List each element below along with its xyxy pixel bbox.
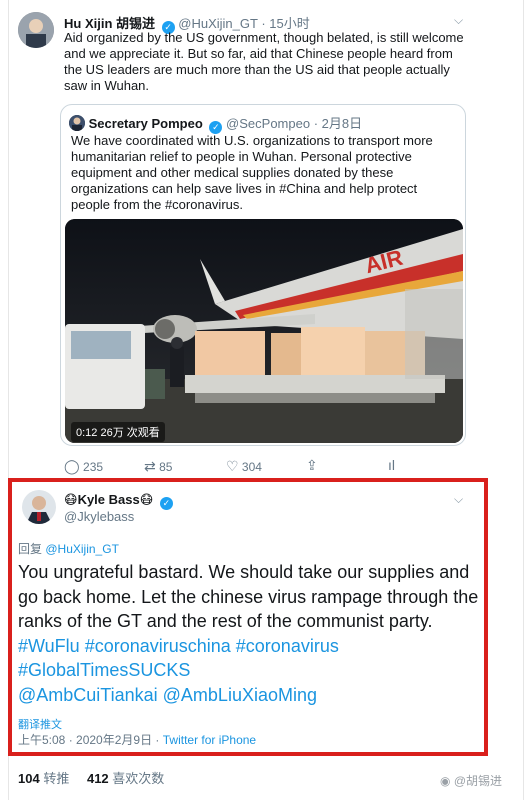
- retweet-action[interactable]: ⇄ 85: [144, 458, 172, 475]
- chevron-down-icon[interactable]: ⌵: [454, 492, 463, 507]
- retweet-stat-count: 104: [18, 771, 40, 786]
- video-overlay-badge: 0:12 26万 次观看: [71, 422, 165, 442]
- kyle-bass-avatar[interactable]: [22, 490, 56, 524]
- tweet1-handle[interactable]: @HuXijin_GT: [178, 16, 257, 31]
- video-view-count: 26万 次观看: [100, 427, 160, 439]
- reply-text: You ungrateful bastard. We should take o…: [18, 560, 480, 707]
- retweet-stat[interactable]: 104 转推: [18, 771, 73, 786]
- replying-to-label: 回复: [18, 542, 43, 556]
- replying-to-handle[interactable]: @HuXijin_GT: [45, 542, 119, 556]
- video-player[interactable]: AIR 0:12 26万 次观看: [65, 219, 463, 443]
- emoji-icon: 😷: [64, 492, 78, 507]
- quoted-handle: @SecPompeo: [226, 116, 311, 131]
- quoted-time: · 2月8日: [313, 116, 363, 131]
- quoted-tweet-card[interactable]: Secretary Pompeo ✓ @SecPompeo · 2月8日 We …: [60, 104, 466, 446]
- quoted-tweet-header: Secretary Pompeo ✓ @SecPompeo · 2月8日: [69, 113, 362, 134]
- reply-mentions[interactable]: @AmbCuiTiankai @AmbLiuXiaoMing: [18, 685, 317, 705]
- quoted-tweet-text: We have coordinated with U.S. organizati…: [71, 133, 433, 212]
- reply-icon: ◯: [64, 458, 80, 474]
- weibo-watermark: ◉ @胡锡进: [440, 772, 502, 789]
- video-duration: 0:12: [76, 427, 98, 439]
- like-stat-count: 412: [86, 771, 109, 786]
- reply-timestamp: 上午5:08 · 2020年2月9日 ·: [18, 733, 163, 747]
- tweet1-text: Aid organized by the US government, thou…: [64, 30, 464, 93]
- watermark-text: @胡锡进: [453, 774, 503, 788]
- weibo-icon: ◉: [440, 774, 451, 788]
- like-stat[interactable]: 412 喜欢次数: [87, 771, 164, 786]
- like-stat-label: 喜欢次数: [112, 771, 165, 786]
- like-icon: ♡: [226, 458, 239, 474]
- tweet1-author-name[interactable]: Hu Xijin 胡锡进: [64, 16, 155, 31]
- retweet-count: 85: [159, 460, 173, 474]
- emoji-icon: 😷: [139, 492, 154, 507]
- verified-icon: ✓: [159, 497, 173, 510]
- reply-action[interactable]: ◯ 235: [64, 458, 103, 475]
- like-action[interactable]: ♡ 304: [226, 458, 262, 475]
- reply-header: 😷Kyle Bass😷 ✓: [64, 492, 173, 510]
- pompeo-avatar: [69, 115, 85, 131]
- reply-body-text: You ungrateful bastard. We should take o…: [18, 562, 479, 631]
- chevron-down-icon[interactable]: ⌵: [454, 13, 463, 28]
- quoted-author-name: Secretary Pompeo: [88, 116, 203, 131]
- like-count: 304: [241, 460, 262, 474]
- replying-to-line: 回复 @HuXijin_GT: [18, 540, 119, 557]
- reply-count: 235: [83, 460, 104, 474]
- reply-source-link[interactable]: Twitter for iPhone: [163, 733, 256, 747]
- reply-author-name[interactable]: Kyle Bass: [78, 492, 140, 507]
- reply-handle[interactable]: @Jkylebass: [64, 509, 134, 524]
- reply-meta-line: 上午5:08 · 2020年2月9日 · Twitter for iPhone: [18, 731, 256, 748]
- engagement-stats: 104 转推 412 喜欢次数: [18, 768, 164, 787]
- retweet-icon: ⇄: [144, 458, 156, 474]
- share-icon[interactable]: ⇪: [306, 457, 318, 474]
- video-thumbnail-cargo-plane: [65, 219, 463, 443]
- reply-hashtags[interactable]: #WuFlu #coronaviruschina #coronavirus #G…: [18, 636, 339, 681]
- retweet-stat-label: 转推: [43, 771, 70, 786]
- hu-xijin-avatar[interactable]: [18, 12, 54, 48]
- tweet1-time[interactable]: · 15小时: [261, 16, 309, 31]
- translate-tweet-link[interactable]: 翻译推文: [18, 716, 62, 732]
- analytics-icon[interactable]: ıl: [388, 457, 395, 473]
